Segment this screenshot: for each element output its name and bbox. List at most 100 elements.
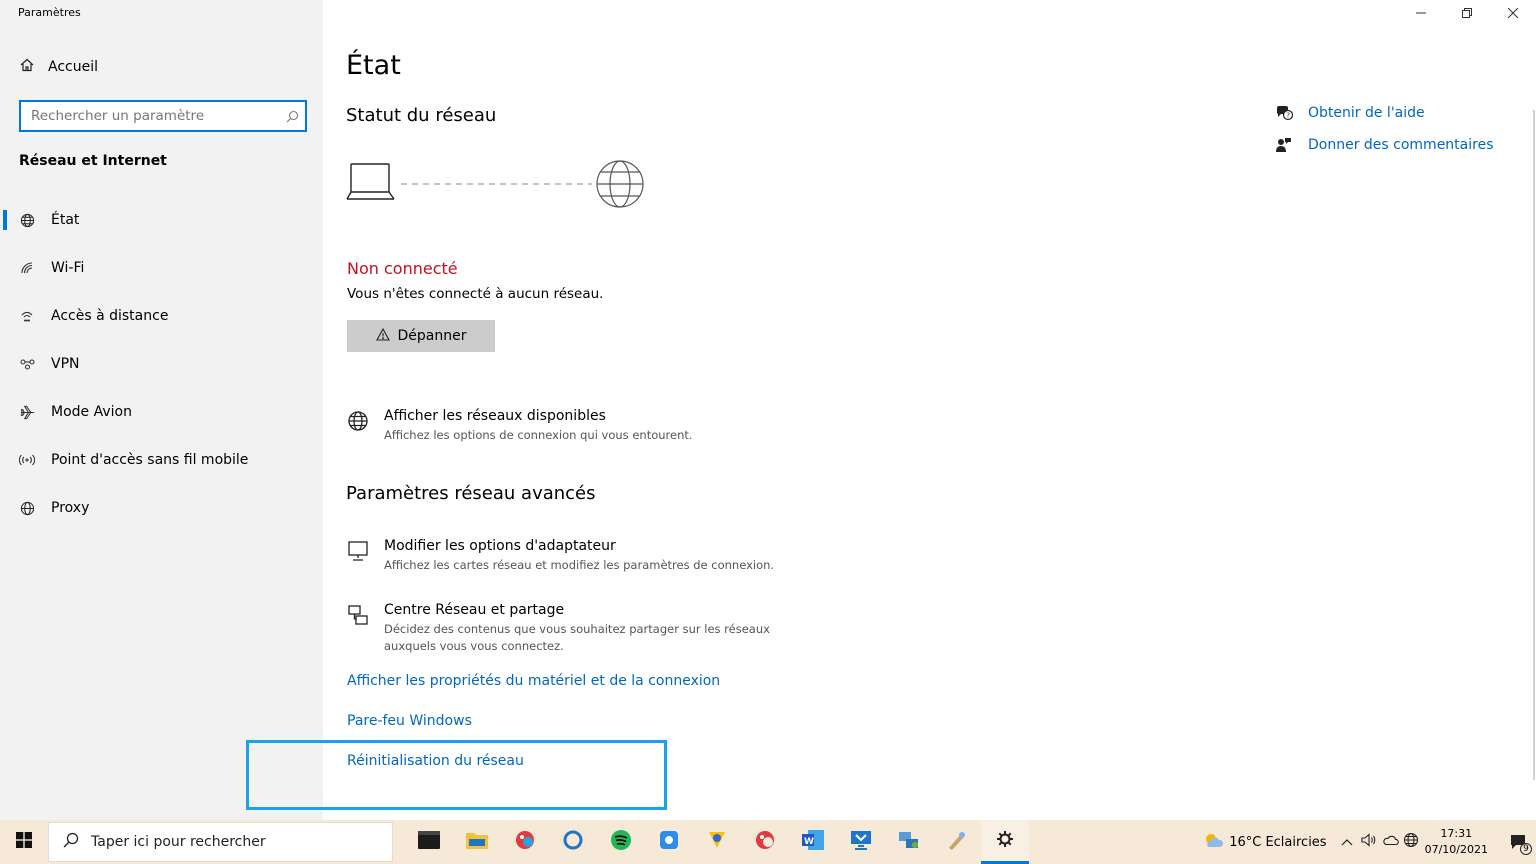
windows-logo-icon bbox=[16, 832, 32, 852]
sidebar-item-etat[interactable]: État bbox=[0, 196, 323, 244]
sidebar-item-airplane-mode[interactable]: Mode Avion bbox=[0, 388, 323, 436]
word-app[interactable]: W bbox=[789, 820, 837, 864]
spotify-icon bbox=[610, 829, 632, 855]
network-app[interactable] bbox=[885, 820, 933, 864]
sidebar-item-label: État bbox=[51, 212, 80, 228]
paint-icon bbox=[946, 829, 968, 855]
sidebar-item-remote-access[interactable]: Accès à distance bbox=[0, 292, 323, 340]
troubleshoot-label: Dépanner bbox=[397, 328, 467, 344]
feedback-label: Donner des commentaires bbox=[1308, 137, 1494, 153]
sharing-center-icon bbox=[346, 602, 370, 655]
get-help-label: Obtenir de l'aide bbox=[1308, 105, 1425, 121]
option-desc: Décidez des contenus que vous souhaitez … bbox=[384, 621, 770, 655]
option-desc: Affichez les cartes réseau et modifiez l… bbox=[384, 558, 775, 572]
network-adapter-icon bbox=[346, 538, 370, 574]
vpn-icon bbox=[18, 358, 36, 370]
chevron-up-icon[interactable] bbox=[1341, 835, 1353, 850]
spotify-app[interactable] bbox=[597, 820, 645, 864]
volume-icon[interactable] bbox=[1361, 833, 1377, 851]
app-title: Paramètres bbox=[18, 6, 81, 19]
home-label: Accueil bbox=[48, 59, 98, 75]
globe-icon bbox=[18, 501, 36, 516]
clock-date: 07/10/2021 bbox=[1424, 843, 1488, 856]
app-blue-square[interactable] bbox=[645, 820, 693, 864]
sidebar: Paramètres Accueil Réseau et Internet Ét… bbox=[0, 0, 323, 820]
file-explorer-app[interactable] bbox=[453, 820, 501, 864]
sidebar-item-label: Point d'accès sans fil mobile bbox=[51, 452, 249, 468]
word-icon: W bbox=[802, 830, 824, 854]
internet-globe-icon bbox=[596, 160, 644, 208]
app-red-bird-2[interactable] bbox=[741, 820, 789, 864]
connection-status: Non connecté bbox=[347, 259, 458, 278]
weather-text[interactable]: 16°C Eclaircies bbox=[1229, 835, 1326, 850]
network-sharing-center[interactable]: Centre Réseau et partage Décidez des con… bbox=[346, 602, 770, 655]
network-globe-icon[interactable] bbox=[1403, 832, 1419, 852]
available-networks-option[interactable]: Afficher les réseaux disponibles Affiche… bbox=[346, 408, 693, 444]
search-input[interactable] bbox=[21, 108, 279, 124]
search-icon[interactable] bbox=[279, 110, 305, 123]
feedback-link[interactable]: Donner des commentaires bbox=[1274, 129, 1494, 161]
network-status-heading: Statut du réseau bbox=[346, 105, 497, 126]
search-icon bbox=[63, 832, 79, 852]
clock-time: 17:31 bbox=[1440, 827, 1473, 840]
close-button[interactable] bbox=[1490, 0, 1536, 26]
help-links: ? Obtenir de l'aide Donner des commentai… bbox=[1274, 97, 1494, 161]
sidebar-item-proxy[interactable]: Proxy bbox=[0, 484, 323, 532]
gear-icon bbox=[996, 830, 1014, 852]
paint-app[interactable] bbox=[933, 820, 981, 864]
sidebar-item-label: VPN bbox=[51, 356, 80, 372]
airplane-icon bbox=[18, 405, 36, 420]
globe-icon bbox=[18, 213, 36, 228]
cortana-app[interactable] bbox=[549, 820, 597, 864]
hardware-properties-link[interactable]: Afficher les propriétés du matériel et d… bbox=[347, 673, 720, 689]
restore-button[interactable] bbox=[1444, 0, 1490, 26]
get-help-link[interactable]: ? Obtenir de l'aide bbox=[1274, 97, 1494, 129]
globe-icon bbox=[346, 408, 370, 444]
red-bird-icon bbox=[754, 829, 776, 855]
sidebar-item-mobile-hotspot[interactable]: Point d'accès sans fil mobile bbox=[0, 436, 323, 484]
sidebar-item-wifi[interactable]: Wi-Fi bbox=[0, 244, 323, 292]
terminal-icon bbox=[418, 831, 440, 853]
option-desc-line: Décidez des contenus que vous souhaitez … bbox=[384, 622, 770, 636]
sidebar-item-vpn[interactable]: VPN bbox=[0, 340, 323, 388]
dialup-icon bbox=[18, 309, 36, 323]
settings-search[interactable] bbox=[19, 100, 307, 132]
section-title: Réseau et Internet bbox=[19, 153, 167, 169]
app-red-bird[interactable] bbox=[501, 820, 549, 864]
option-title: Modifier les options d'adaptateur bbox=[384, 538, 616, 554]
yellow-blue-icon bbox=[706, 829, 728, 855]
troubleshoot-button[interactable]: Dépanner bbox=[347, 320, 495, 352]
taskbar-search-placeholder: Taper ici pour rechercher bbox=[91, 834, 266, 850]
help-chat-icon: ? bbox=[1274, 105, 1294, 121]
windows-firewall-link[interactable]: Pare-feu Windows bbox=[347, 713, 472, 729]
highlight-box bbox=[246, 740, 667, 810]
taskbar-search[interactable]: Taper ici pour rechercher bbox=[48, 822, 393, 862]
svg-text:?: ? bbox=[1286, 112, 1290, 120]
option-title: Centre Réseau et partage bbox=[384, 602, 565, 618]
remote-desktop-icon bbox=[850, 830, 872, 854]
sidebar-item-label: Mode Avion bbox=[51, 404, 132, 420]
warning-icon bbox=[375, 327, 390, 345]
scrollbar[interactable] bbox=[1533, 110, 1535, 780]
onedrive-icon[interactable] bbox=[1382, 834, 1399, 850]
settings-app[interactable] bbox=[981, 820, 1029, 864]
clock[interactable]: 17:31 07/10/2021 bbox=[1425, 826, 1488, 858]
terminal-app[interactable] bbox=[405, 820, 453, 864]
svg-text:W: W bbox=[804, 837, 814, 847]
home-icon bbox=[20, 58, 34, 76]
sidebar-item-label: Accès à distance bbox=[51, 308, 169, 324]
taskbar-apps: W bbox=[405, 820, 1029, 864]
feedback-icon bbox=[1274, 137, 1294, 153]
blue-app-icon bbox=[658, 829, 680, 855]
connection-status-desc: Vous n'êtes connecté à aucun réseau. bbox=[347, 286, 604, 302]
app-yellow-blue[interactable] bbox=[693, 820, 741, 864]
remote-desktop-app[interactable] bbox=[837, 820, 885, 864]
hotspot-icon bbox=[18, 453, 36, 467]
notification-icon[interactable]: 9 bbox=[1500, 833, 1536, 855]
taskbar: Taper ici pour rechercher W 16°C Eclairc… bbox=[0, 820, 1536, 864]
laptop-icon bbox=[346, 163, 395, 200]
adapter-options[interactable]: Modifier les options d'adaptateur Affich… bbox=[346, 538, 774, 574]
start-button[interactable] bbox=[0, 820, 48, 864]
home-link[interactable]: Accueil bbox=[20, 58, 98, 76]
minimize-button[interactable] bbox=[1398, 0, 1444, 26]
